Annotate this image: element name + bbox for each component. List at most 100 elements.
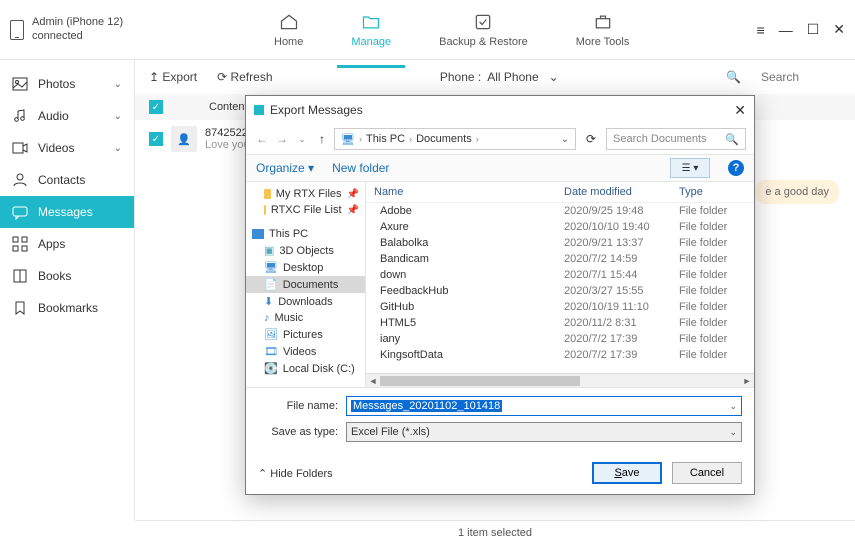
apps-icon	[12, 236, 28, 252]
column-name[interactable]: Name	[374, 186, 564, 198]
column-type[interactable]: Type	[679, 186, 746, 198]
file-row[interactable]: GitHub2020/10/19 11:10File folder	[366, 299, 754, 315]
status-bar: 1 item selected	[135, 520, 855, 544]
search-documents-input[interactable]: Search Documents 🔍	[606, 128, 746, 150]
saveas-select[interactable]: Excel File (*.xls)⌄	[346, 422, 742, 442]
chevron-down-icon[interactable]: ⌄	[729, 427, 737, 438]
tab-home[interactable]: Home	[270, 4, 307, 56]
chevron-down-icon: ⌄	[114, 111, 122, 122]
pictures-icon: 🖼	[264, 328, 278, 341]
tree-item[interactable]: ▣3D Objects	[246, 242, 365, 259]
tree-item[interactable]: 🖥Desktop	[246, 259, 365, 276]
tree-item[interactable]: 🎞Videos	[246, 343, 365, 360]
sidebar-item-books[interactable]: Books	[0, 260, 134, 292]
help-button[interactable]: ?	[728, 160, 744, 176]
organize-button[interactable]: Organize ▾	[256, 161, 314, 175]
nav-recent-button[interactable]: ⌄	[294, 134, 310, 145]
audio-icon	[12, 108, 28, 124]
tab-backup[interactable]: Backup & Restore	[435, 4, 532, 56]
avatar: 👤	[171, 126, 197, 152]
device-status: connected	[32, 30, 123, 43]
backup-icon	[472, 12, 494, 32]
phone-label: Phone :	[440, 70, 481, 84]
tree-item-thispc[interactable]: This PC	[246, 226, 365, 242]
sidebar-item-messages[interactable]: Messages	[0, 196, 134, 228]
phone-icon	[10, 20, 24, 40]
tree-item[interactable]: ♪Music	[246, 310, 365, 326]
file-row[interactable]: Axure2020/10/10 19:40File folder	[366, 219, 754, 235]
file-row[interactable]: down2020/7/1 15:44File folder	[366, 267, 754, 283]
device-name: Admin (iPhone 12)	[32, 16, 123, 29]
file-row[interactable]: KingsoftData2020/7/2 17:39File folder	[366, 347, 754, 363]
contacts-icon	[12, 172, 28, 188]
tree-item[interactable]: ⬇Downloads	[246, 293, 365, 310]
menu-icon[interactable]: ≡	[757, 22, 765, 38]
file-row[interactable]: FeedbackHub2020/3/27 15:55File folder	[366, 283, 754, 299]
desktop-icon: 🖥	[264, 261, 278, 274]
books-icon	[12, 268, 28, 284]
filename-input[interactable]: Messages_20201102_101418⌄	[346, 396, 742, 416]
search-input[interactable]	[761, 70, 841, 84]
videos-icon	[12, 140, 28, 156]
tab-tools[interactable]: More Tools	[572, 4, 634, 56]
nav-back-button[interactable]: ←	[254, 132, 270, 146]
dialog-title: Export Messages	[270, 103, 363, 117]
checkbox[interactable]: ✓	[149, 132, 163, 146]
messages-icon	[12, 204, 28, 220]
address-bar[interactable]: 🖥 › This PC › Documents › ⌄	[334, 128, 576, 150]
checkbox[interactable]: ✓	[149, 100, 163, 114]
maximize-button[interactable]: ☐	[807, 21, 820, 38]
file-row[interactable]: Adobe2020/9/25 19:48File folder	[366, 203, 754, 219]
disk-icon: 💽	[264, 362, 278, 375]
save-button[interactable]: Save	[592, 462, 662, 484]
dialog-close-button[interactable]: ✕	[734, 102, 746, 119]
file-row[interactable]: iany2020/7/2 17:39File folder	[366, 331, 754, 347]
downloads-icon: ⬇	[264, 295, 273, 308]
sidebar: Photos⌄ Audio⌄ Videos⌄ Contacts Messages…	[0, 60, 135, 520]
sidebar-item-bookmarks[interactable]: Bookmarks	[0, 292, 134, 324]
cancel-button[interactable]: Cancel	[672, 462, 742, 484]
minimize-button[interactable]: —	[779, 22, 793, 38]
sidebar-item-apps[interactable]: Apps	[0, 228, 134, 260]
tree-item[interactable]: 💽Local Disk (C:)	[246, 360, 365, 377]
sidebar-item-audio[interactable]: Audio⌄	[0, 100, 134, 132]
tree-item-documents[interactable]: 📄Documents	[246, 276, 365, 293]
scroll-thumb[interactable]	[380, 376, 580, 386]
photos-icon	[12, 76, 28, 92]
pin-icon: 📌	[347, 189, 359, 200]
file-row[interactable]: Balabolka2020/9/21 13:37File folder	[366, 235, 754, 251]
chevron-down-icon[interactable]: ⌄	[561, 134, 569, 145]
refresh-button[interactable]: ⟳	[580, 128, 602, 150]
nav-up-button[interactable]: ↑	[314, 132, 330, 146]
refresh-button[interactable]: ⟳ Refresh	[217, 70, 272, 84]
scroll-right-icon[interactable]: ►	[740, 374, 754, 387]
tab-manage[interactable]: Manage	[347, 4, 395, 56]
close-button[interactable]: ✕	[833, 21, 845, 38]
saveas-label: Save as type:	[258, 426, 338, 438]
phone-select[interactable]: All Phone ⌄	[487, 70, 558, 84]
column-content: Content	[209, 101, 248, 113]
folder-icon	[264, 189, 271, 199]
hide-folders-button[interactable]: ⌃ Hide Folders	[258, 467, 333, 480]
sidebar-item-videos[interactable]: Videos⌄	[0, 132, 134, 164]
tree-item[interactable]: My RTX Files📌	[246, 186, 365, 202]
search-icon: 🔍	[726, 70, 741, 84]
file-list: Name Date modified Type Adobe2020/9/25 1…	[366, 182, 754, 387]
pc-icon	[252, 229, 264, 239]
file-row[interactable]: Bandicam2020/7/2 14:59File folder	[366, 251, 754, 267]
view-mode-button[interactable]: ☰ ▾	[670, 158, 710, 178]
tree-item[interactable]: RTXC File List📌	[246, 202, 365, 218]
videos-icon: 🎞	[264, 345, 278, 358]
horizontal-scrollbar[interactable]: ◄ ►	[366, 373, 754, 387]
chevron-down-icon: ⌄	[114, 143, 122, 154]
tree-item[interactable]: 🖼Pictures	[246, 326, 365, 343]
sidebar-item-photos[interactable]: Photos⌄	[0, 68, 134, 100]
column-date[interactable]: Date modified	[564, 186, 679, 198]
export-button[interactable]: ↥ Export	[149, 70, 197, 84]
file-row[interactable]: HTML52020/11/2 8:31File folder	[366, 315, 754, 331]
chevron-down-icon[interactable]: ⌄	[729, 401, 737, 412]
sidebar-item-contacts[interactable]: Contacts	[0, 164, 134, 196]
scroll-left-icon[interactable]: ◄	[366, 374, 380, 387]
new-folder-button[interactable]: New folder	[332, 161, 389, 175]
nav-forward-button[interactable]: →	[274, 132, 290, 146]
